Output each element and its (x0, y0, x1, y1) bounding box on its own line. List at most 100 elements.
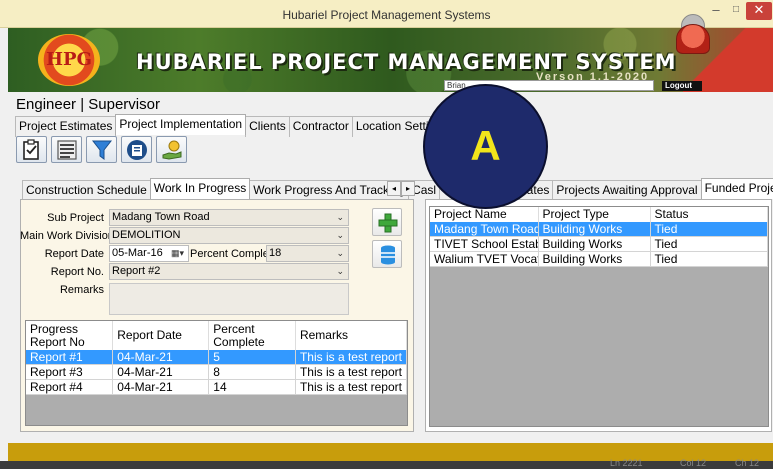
main-tabs: Project Estimates Project Implementation… (15, 114, 452, 137)
chevron-down-icon: ⌄ (336, 266, 344, 276)
status-line: Ln 2221 (610, 458, 643, 468)
table-cell: Building Works (538, 251, 651, 267)
filter-icon (91, 140, 113, 160)
footer-bar (8, 443, 773, 461)
column-header[interactable]: Project Name (430, 207, 539, 222)
table-cell: 5 (208, 350, 296, 365)
annotation-label: A (470, 122, 501, 169)
hardhat-icon (676, 24, 710, 54)
chevron-down-icon: ⌄ (336, 230, 344, 240)
report-no-label: Report No. (50, 266, 104, 278)
report-no-value: Report #2 (112, 265, 161, 277)
percent-complete-select[interactable]: 18 ⌄ (266, 245, 349, 262)
user-role-label: Engineer | Supervisor (16, 96, 160, 113)
window-titlebar: Hubariel Project Management Systems – □ … (0, 0, 773, 28)
tab-contractor[interactable]: Contractor (288, 116, 353, 137)
database-icon (381, 245, 395, 265)
tab-clients[interactable]: Clients (245, 116, 290, 137)
toolbar (16, 136, 187, 163)
book-button[interactable] (121, 136, 152, 163)
funding-button[interactable] (156, 136, 187, 163)
funded-projects-table: Project Name Project Type Status Madang … (429, 206, 769, 427)
logout-button[interactable]: Logout (662, 81, 702, 91)
table-cell: 04-Mar-21 (112, 350, 210, 365)
report-no-select[interactable]: Report #2 ⌄ (109, 263, 349, 280)
sub-project-select[interactable]: Madang Town Road ⌄ (109, 209, 349, 226)
save-report-button[interactable] (372, 240, 402, 268)
logo-text: HPG (46, 49, 92, 70)
table-cell: This is a test report (295, 364, 407, 380)
book-icon (127, 140, 147, 160)
report-date-value: 05-Mar-16 (112, 247, 163, 259)
table-cell: Madang Town Road... (430, 222, 539, 237)
filter-button[interactable] (86, 136, 117, 163)
sub-project-value: Madang Town Road (112, 211, 210, 223)
column-header[interactable]: Remarks (295, 321, 407, 350)
report-date-label: Report Date (44, 248, 104, 260)
column-header[interactable]: Progress Report No (26, 321, 114, 350)
close-button[interactable]: ✕ (746, 2, 772, 20)
remarks-label: Remarks (59, 284, 104, 296)
remarks-textarea[interactable] (109, 283, 349, 315)
tab-project-implementation[interactable]: Project Implementation (115, 114, 247, 135)
table-cell: Walium TVET Vocati... (430, 251, 539, 267)
tab-projects-awaiting-approval[interactable]: Projects Awaiting Approval (552, 180, 702, 201)
column-header[interactable]: Status (650, 207, 768, 222)
list-icon (57, 140, 77, 160)
table-cell: Building Works (538, 236, 651, 252)
table-cell: Tied (650, 222, 768, 237)
table-cell: 8 (208, 364, 296, 380)
report-date-picker[interactable]: 05-Mar-16 ▦▾ (109, 245, 189, 262)
chevron-down-icon: ⌄ (336, 212, 344, 222)
progress-reports-table: Progress Report No Report Date Percent C… (25, 320, 408, 426)
annotation-marker: A (423, 84, 548, 209)
maximize-button[interactable]: □ (727, 2, 745, 20)
table-cell: TIVET School Establ... (430, 236, 539, 252)
table-row[interactable]: TIVET School Establ... Building Works Ti… (430, 236, 768, 252)
table-row[interactable]: Walium TVET Vocati... Building Works Tie… (430, 251, 768, 267)
table-cell: Report #3 (26, 364, 114, 380)
table-row[interactable]: Report #3 04-Mar-21 8 This is a test rep… (26, 364, 407, 380)
percent-complete-label: Percent Complete (190, 248, 279, 260)
status-column: Col 12 (680, 458, 707, 468)
table-header-row: Progress Report No Report Date Percent C… (26, 321, 407, 350)
status-bar (0, 461, 773, 469)
money-hand-icon (162, 140, 182, 160)
table-cell: 04-Mar-21 (112, 379, 210, 395)
main-work-division-label: Main Work Division (20, 230, 114, 242)
table-cell: This is a test report (295, 379, 407, 395)
left-tabs: Construction Schedule Work In Progress W… (22, 178, 441, 201)
table-cell: This is a test report (295, 350, 407, 365)
list-button[interactable] (51, 136, 82, 163)
sub-project-label: Sub Project (47, 212, 104, 224)
table-cell: Report #4 (26, 379, 114, 395)
tab-construction-schedule[interactable]: Construction Schedule (22, 180, 151, 201)
status-char: Ch 12 (735, 458, 760, 468)
chevron-down-icon: ⌄ (336, 248, 344, 258)
column-header[interactable]: Percent Complete (208, 321, 296, 350)
table-cell: 04-Mar-21 (112, 364, 210, 380)
tab-work-progress-tracking[interactable]: Work Progress And Tracking (249, 180, 410, 201)
minimize-button[interactable]: – (705, 2, 727, 20)
calendar-dropdown-icon: ▦▾ (170, 248, 184, 258)
table-row[interactable]: Report #4 04-Mar-21 14 This is a test re… (26, 379, 407, 395)
column-header[interactable]: Project Type (538, 207, 651, 222)
checklist-button[interactable] (16, 136, 47, 163)
table-cell: Building Works (538, 222, 651, 237)
tab-project-estimates[interactable]: Project Estimates (15, 116, 117, 137)
company-logo: HPG (38, 34, 100, 86)
plus-icon (378, 213, 398, 233)
checklist-icon (23, 139, 39, 160)
add-report-button[interactable] (372, 208, 402, 236)
table-header-row: Project Name Project Type Status (430, 207, 768, 222)
tab-work-in-progress[interactable]: Work In Progress (149, 178, 251, 199)
table-cell: Tied (650, 236, 768, 252)
tab-funded-projects[interactable]: Funded Projects (700, 178, 773, 199)
percent-complete-value: 18 (269, 247, 282, 259)
table-row[interactable]: Report #1 04-Mar-21 5 This is a test rep… (26, 350, 407, 365)
table-cell: 14 (208, 379, 296, 395)
table-row[interactable]: Madang Town Road... Building Works Tied (430, 222, 768, 237)
main-work-division-select[interactable]: DEMOLITION ⌄ (109, 227, 349, 244)
column-header[interactable]: Report Date (112, 321, 210, 350)
table-cell: Tied (650, 251, 768, 267)
